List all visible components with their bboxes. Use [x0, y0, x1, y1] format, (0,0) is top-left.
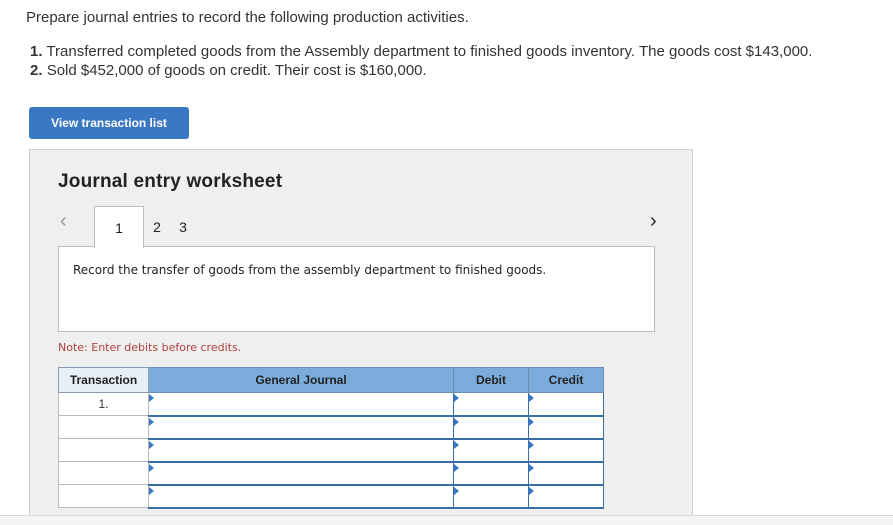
tab-1[interactable]: 1 — [94, 206, 144, 248]
account-dropdown[interactable] — [148, 461, 454, 486]
header-transaction: Transaction — [58, 367, 149, 393]
journal-entry-worksheet: Journal entry worksheet ‹ 1 2 3 › Record… — [29, 149, 693, 525]
chevron-left-icon[interactable]: ‹ — [60, 210, 67, 233]
dropdown-marker-icon — [529, 486, 534, 495]
debit-cell[interactable] — [453, 461, 529, 486]
dropdown-marker-icon — [454, 440, 459, 449]
header-credit: Credit — [528, 367, 604, 393]
credit-cell[interactable] — [528, 415, 604, 440]
journal-header-row: Transaction General Journal Debit Credit — [58, 367, 604, 393]
dropdown-marker-icon — [529, 417, 534, 426]
view-transaction-list-button[interactable]: View transaction list — [29, 107, 189, 139]
transaction-number — [58, 438, 149, 462]
journal-table: Transaction General Journal Debit Credit… — [58, 367, 604, 509]
activity-item: 1. Transferred completed goods from the … — [30, 42, 812, 61]
page-bottom-edge — [0, 515, 893, 525]
account-dropdown[interactable] — [148, 438, 454, 463]
activity-number: 2. — [30, 62, 43, 79]
journal-row: 1. — [58, 392, 604, 417]
transaction-number — [58, 415, 149, 439]
journal-row — [58, 438, 604, 463]
debit-cell[interactable] — [453, 438, 529, 463]
account-field[interactable] — [149, 462, 453, 484]
dropdown-marker-icon — [149, 440, 154, 449]
tab-3[interactable]: 3 — [170, 206, 196, 247]
dropdown-marker-icon — [529, 394, 534, 402]
account-dropdown[interactable] — [148, 415, 454, 440]
note-text: Note: Enter debits before credits. — [58, 341, 242, 354]
debit-field[interactable] — [454, 439, 528, 461]
activity-list: 1. Transferred completed goods from the … — [30, 42, 812, 80]
transaction-description-box: Record the transfer of goods from the as… — [58, 246, 655, 332]
chevron-right-icon[interactable]: › — [650, 210, 657, 233]
credit-field[interactable] — [529, 485, 603, 507]
activity-text: Sold $452,000 of goods on credit. Their … — [46, 62, 427, 79]
journal-row — [58, 484, 604, 509]
transaction-number — [58, 484, 149, 508]
transaction-number: 1. — [58, 392, 149, 416]
debit-cell[interactable] — [453, 392, 529, 417]
debit-cell[interactable] — [453, 415, 529, 440]
tab-2[interactable]: 2 — [144, 206, 170, 247]
dropdown-marker-icon — [149, 417, 154, 426]
account-field[interactable] — [149, 485, 453, 507]
dropdown-marker-icon — [529, 463, 534, 472]
credit-cell[interactable] — [528, 484, 604, 509]
dropdown-marker-icon — [149, 463, 154, 472]
credit-cell[interactable] — [528, 461, 604, 486]
credit-cell[interactable] — [528, 438, 604, 463]
debit-field[interactable] — [454, 393, 528, 415]
transaction-number — [58, 461, 149, 485]
account-field[interactable] — [149, 393, 453, 415]
activity-text: Transferred completed goods from the Ass… — [46, 43, 813, 60]
debit-cell[interactable] — [453, 484, 529, 509]
dropdown-marker-icon — [454, 417, 459, 426]
dropdown-marker-icon — [529, 440, 534, 449]
dropdown-marker-icon — [454, 486, 459, 495]
activity-item: 2. Sold $452,000 of goods on credit. The… — [30, 61, 812, 80]
credit-field[interactable] — [529, 416, 603, 438]
dropdown-marker-icon — [454, 394, 459, 402]
intro-text: Prepare journal entries to record the fo… — [26, 9, 469, 26]
debit-field[interactable] — [454, 462, 528, 484]
worksheet-tabs: 1 2 3 — [94, 206, 196, 248]
debit-field[interactable] — [454, 416, 528, 438]
credit-cell[interactable] — [528, 392, 604, 417]
header-debit: Debit — [453, 367, 529, 393]
account-field[interactable] — [149, 416, 453, 438]
journal-row — [58, 415, 604, 440]
account-field[interactable] — [149, 439, 453, 461]
worksheet-title: Journal entry worksheet — [58, 171, 283, 192]
transaction-description: Record the transfer of goods from the as… — [73, 263, 547, 277]
debit-field[interactable] — [454, 485, 528, 507]
account-dropdown[interactable] — [148, 392, 454, 417]
dropdown-marker-icon — [149, 394, 154, 402]
dropdown-marker-icon — [149, 486, 154, 495]
credit-field[interactable] — [529, 393, 603, 415]
dropdown-marker-icon — [454, 463, 459, 472]
journal-row — [58, 461, 604, 486]
header-general-journal: General Journal — [148, 367, 454, 393]
account-dropdown[interactable] — [148, 484, 454, 509]
credit-field[interactable] — [529, 439, 603, 461]
activity-number: 1. — [30, 43, 43, 60]
credit-field[interactable] — [529, 462, 603, 484]
